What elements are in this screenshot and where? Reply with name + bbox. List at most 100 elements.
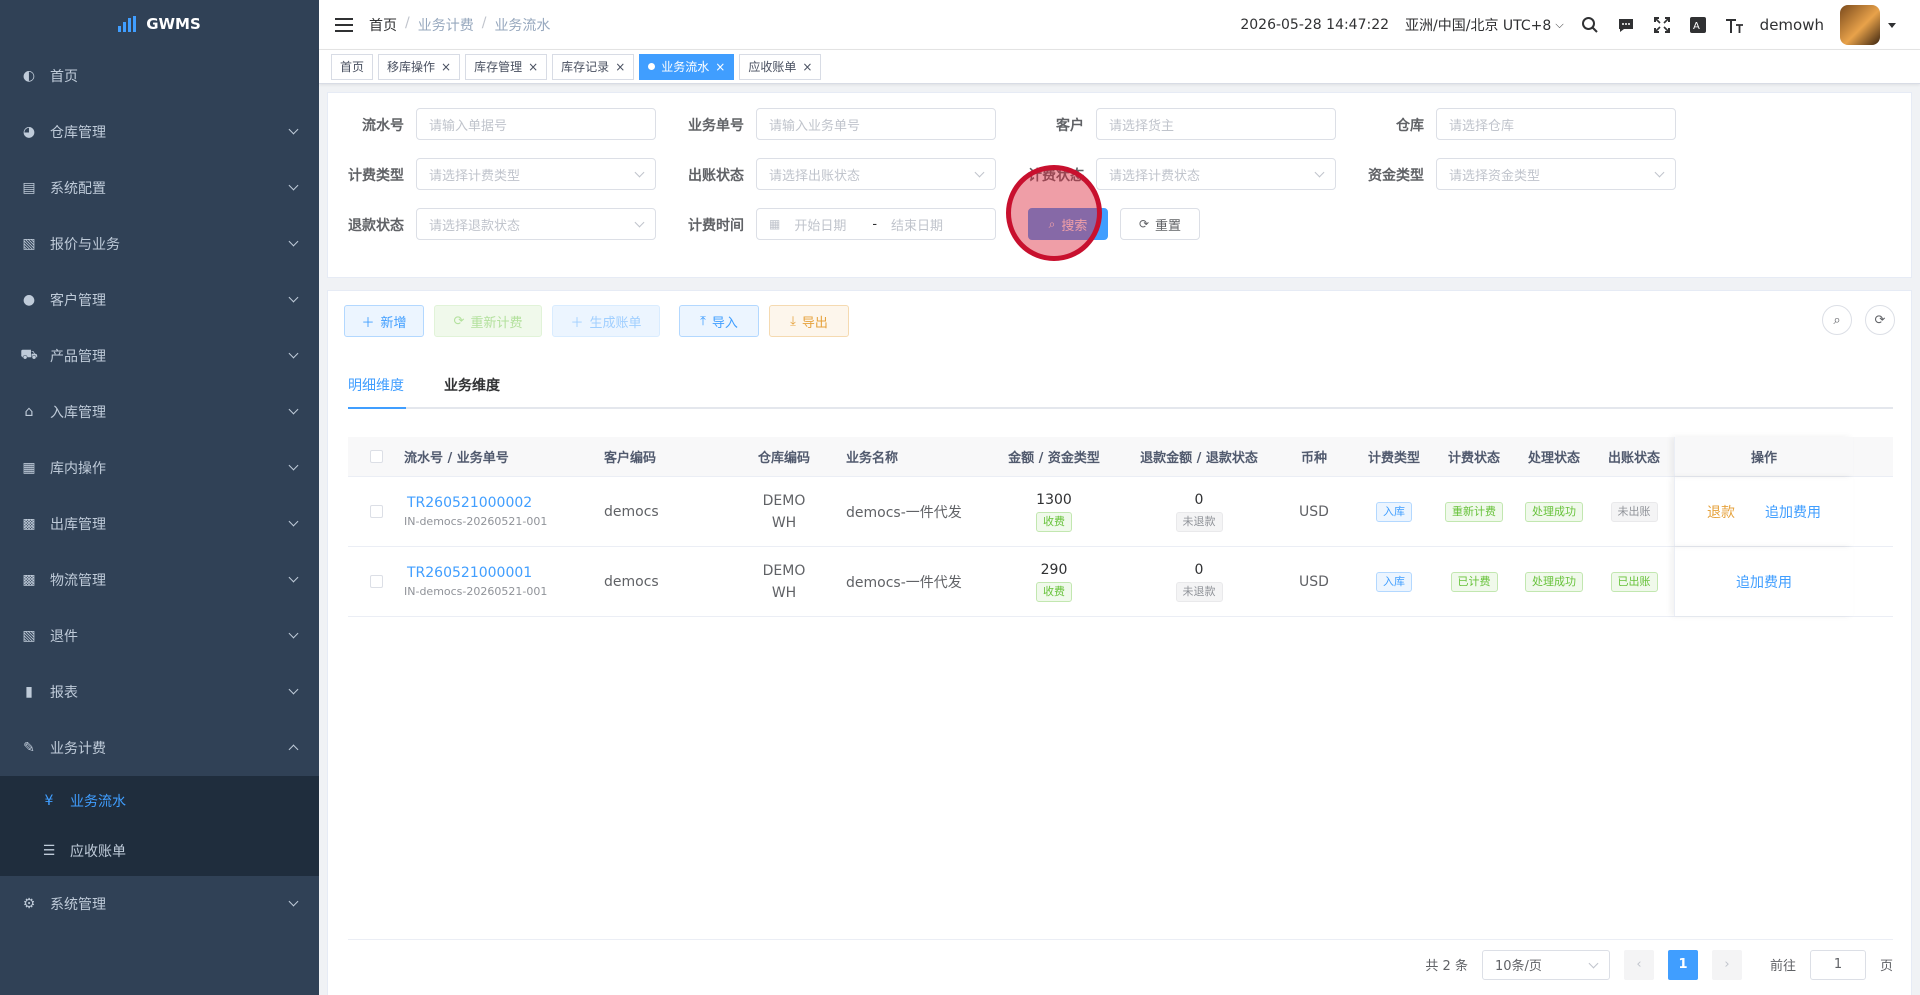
select-all-checkbox[interactable] (369, 450, 383, 463)
goto-label: 前往 (1769, 959, 1796, 974)
sidebar-item-label: 退件 (50, 629, 78, 645)
generate-bill-button-label: 生成账单 (589, 315, 642, 331)
translate-icon[interactable]: A (1688, 15, 1708, 35)
billing-status-select[interactable]: 请选择计费状态 (1096, 158, 1336, 190)
tag-item[interactable]: 业务流水 × (639, 53, 735, 80)
row-checkbox[interactable] (369, 505, 383, 518)
gear-icon: ⚙ (22, 896, 36, 912)
fullscreen-icon[interactable] (1652, 15, 1672, 35)
sidebar-item[interactable]: ▦ 库内操作 (0, 440, 319, 496)
end-date-placeholder[interactable]: 结束日期 (891, 215, 943, 234)
serial-link[interactable]: TR260521000001 (404, 565, 532, 581)
close-icon[interactable]: × (441, 60, 451, 74)
business-name: democs-一件代发 (846, 504, 962, 521)
billing-type-label: 计费类型 (348, 168, 404, 184)
refund-status-select[interactable]: 请选择退款状态 (416, 208, 656, 240)
toggle-search-button[interactable]: ⌕ (1822, 305, 1852, 335)
export-button[interactable]: ⤓ 导出 (769, 305, 849, 337)
chevron-down-icon (974, 167, 985, 178)
tag-item[interactable]: 移库操作 × (378, 53, 461, 80)
refresh-button[interactable]: ⟳ (1865, 305, 1895, 335)
rebill-button[interactable]: ⟳ 重新计费 (434, 305, 542, 337)
business-name: democs-一件代发 (846, 574, 962, 591)
sidebar-item[interactable]: ▩ 物流管理 (0, 552, 319, 608)
page-number-button[interactable]: 1 (1667, 949, 1698, 980)
billing-type-placeholder: 请选择计费类型 (429, 168, 521, 184)
serial-no-input[interactable]: 请输入单据号 (416, 108, 656, 140)
search-icon[interactable] (1580, 15, 1600, 35)
sidebar-item[interactable]: ⛟ 产品管理 (0, 328, 319, 384)
import-button[interactable]: ⤒ 导入 (679, 305, 759, 337)
prev-page-button[interactable]: ‹ (1623, 949, 1654, 980)
hamburger-menu-icon[interactable] (335, 17, 353, 32)
tag-item[interactable]: 首页 (331, 53, 374, 80)
sidebar-subitem[interactable]: ¥ 业务流水 (0, 776, 319, 826)
breadcrumb-item: 业务流水 (494, 17, 551, 34)
close-icon[interactable]: × (615, 60, 625, 74)
tab-business[interactable]: 业务维度 (444, 369, 500, 409)
list-icon: ☰ (42, 843, 56, 859)
tags-view: 首页 移库操作 × 库存管理 × 库存记录 × 业务流水 × 应收账单 × (319, 50, 1920, 84)
billing-time-range[interactable]: ▦ 开始日期 - 结束日期 (756, 208, 996, 240)
billed-status-select[interactable]: 请选择出账状态 (756, 158, 996, 190)
sidebar-subitem[interactable]: ☰ 应收账单 (0, 826, 319, 876)
billing-type-select[interactable]: 请选择计费类型 (416, 158, 656, 190)
sidebar-item[interactable]: ⌂ 入库管理 (0, 384, 319, 440)
sidebar-item[interactable]: ▮ 报表 (0, 664, 319, 720)
sidebar-item[interactable]: ▩ 出库管理 (0, 496, 319, 552)
app-logo[interactable]: GWMS (0, 0, 319, 48)
add-fee-link[interactable]: 追加费用 (1765, 502, 1821, 522)
sidebar-item[interactable]: ▧ 退件 (0, 608, 319, 664)
col-process-status: 处理状态 (1527, 451, 1580, 466)
breadcrumb-item: 业务计费 (417, 17, 474, 34)
sidebar-item[interactable]: ▤ 系统配置 (0, 160, 319, 216)
sidebar-item-label: 入库管理 (50, 405, 106, 421)
generate-bill-button[interactable]: ＋ 生成账单 (552, 305, 660, 337)
add-fee-link[interactable]: 追加费用 (1736, 572, 1792, 592)
font-size-icon[interactable] (1724, 15, 1744, 35)
caret-down-icon[interactable] (1888, 22, 1896, 28)
tag-item[interactable]: 库存管理 × (465, 53, 548, 80)
sidebar-item-system[interactable]: ⚙ 系统管理 (0, 876, 319, 932)
start-date-placeholder[interactable]: 开始日期 (794, 215, 858, 234)
tag-item[interactable]: 库存记录 × (552, 53, 635, 80)
close-icon[interactable]: × (715, 60, 725, 74)
customer-select[interactable]: 请选择货主 (1096, 108, 1336, 140)
tab-detail[interactable]: 明细维度 (348, 369, 406, 409)
calendar-icon: ▦ (769, 217, 781, 231)
goto-page-input[interactable]: 1 (1809, 949, 1866, 980)
username[interactable]: demowh (1760, 16, 1824, 34)
tag-label: 库存管理 (474, 60, 523, 74)
sidebar-item[interactable]: ◐ 首页 (0, 48, 319, 104)
tag-label: 移库操作 (387, 60, 436, 74)
sidebar-item[interactable]: ● 客户管理 (0, 272, 319, 328)
billing-table: 流水号 / 业务单号 客户编码 仓库编码 业务名称 金额 / 资金类型 退款金额… (348, 437, 1893, 617)
avatar[interactable] (1840, 5, 1880, 45)
message-icon[interactable] (1616, 15, 1636, 35)
row-checkbox[interactable] (369, 575, 383, 588)
close-icon[interactable]: × (528, 60, 538, 74)
close-icon[interactable]: × (802, 60, 812, 74)
tag-label: 业务流水 (661, 60, 710, 74)
warehouse-icon: ◕ (22, 124, 36, 140)
chevron-down-icon: ⌵ (1555, 18, 1564, 31)
sidebar-item[interactable]: ◕ 仓库管理 (0, 104, 319, 160)
breadcrumb-item[interactable]: 首页 (369, 15, 397, 35)
next-page-button[interactable]: › (1711, 949, 1742, 980)
timezone-select[interactable]: 亚洲/中国/北京 UTC+8 ⌵ (1405, 15, 1564, 35)
search-icon: ⌕ (1833, 312, 1841, 328)
page-size-select[interactable]: 10条/页 (1481, 949, 1610, 980)
billing-status-badge: 已计费 (1450, 571, 1498, 592)
table-row: TR260521000001 IN-democs-20260521-001 de… (348, 547, 1893, 617)
warehouse-select[interactable]: 请选择仓库 (1436, 108, 1676, 140)
serial-link[interactable]: TR260521000002 (404, 495, 532, 511)
tag-item[interactable]: 应收账单 × (739, 53, 822, 80)
sidebar-item[interactable]: ▧ 报价与业务 (0, 216, 319, 272)
reset-button[interactable]: ⟳ 重置 (1120, 208, 1200, 240)
add-button-label: 新增 (380, 315, 407, 331)
refund-link[interactable]: 退款 (1707, 502, 1735, 522)
fund-type-select[interactable]: 请选择资金类型 (1436, 158, 1676, 190)
sidebar-item[interactable]: ✎ 业务计费 (0, 720, 319, 776)
business-no-input[interactable]: 请输入业务单号 (756, 108, 996, 140)
add-button[interactable]: ＋ 新增 (344, 305, 424, 337)
